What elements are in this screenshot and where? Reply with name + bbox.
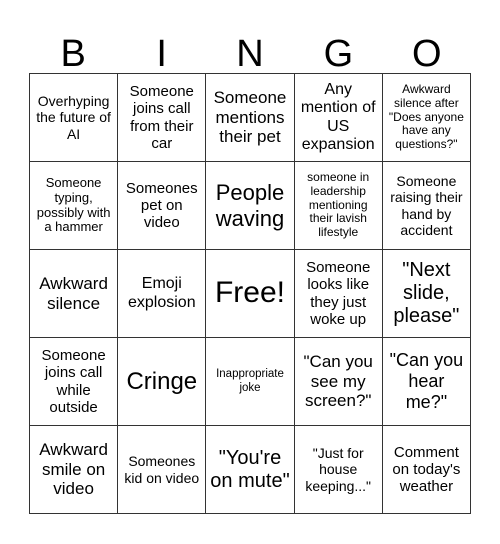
bingo-cell[interactable]: Someone raising their hand by accident — [382, 162, 471, 250]
bingo-cell[interactable]: "Can you hear me?" — [382, 338, 471, 426]
cell-text: Awkward smile on video — [39, 440, 108, 499]
bingo-cell[interactable]: Overhyping the future of AI — [30, 74, 119, 162]
cell-text: Awkward silence after "Does anyone have … — [388, 82, 464, 152]
cell-text: "Next slide, please" — [393, 259, 460, 327]
bingo-cell[interactable]: "Next slide, please" — [382, 250, 471, 338]
cell-text: "Can you hear me?" — [389, 350, 464, 412]
bingo-cell[interactable]: Inappropriate joke — [206, 338, 295, 426]
header-letter-g: G — [323, 33, 354, 75]
bingo-cell[interactable]: Someone looks like they just woke up — [294, 250, 383, 338]
cell-text: Any mention of US expansion — [300, 80, 376, 153]
bingo-cell[interactable]: Any mention of US expansion — [294, 74, 383, 162]
cell-text: Someone typing, possibly with a hammer — [36, 174, 111, 235]
bingo-cell[interactable]: Emoji explosion — [118, 250, 207, 338]
bingo-cell[interactable]: Cringe — [118, 338, 207, 426]
cell-text: People waving — [215, 180, 285, 231]
bingo-cell[interactable]: Comment on today's weather — [382, 426, 471, 514]
header-letter-b: B — [60, 33, 86, 75]
cell-text: "You're on mute" — [210, 446, 290, 492]
cell-text: Emoji explosion — [127, 275, 196, 311]
cell-text: Someone raising their hand by accident — [390, 173, 463, 238]
cell-text: Someones pet on video — [125, 179, 198, 232]
free-space-text: Free! — [214, 276, 285, 310]
cell-text: "Can you see my screen?" — [303, 352, 373, 411]
cell-text: Someone looks like they just woke up — [306, 259, 371, 328]
bingo-cell[interactable]: "Can you see my screen?" — [294, 338, 383, 426]
cell-text: Someone mentions their pet — [213, 88, 287, 147]
cell-text: Overhyping the future of AI — [36, 93, 111, 142]
cell-text: Inappropriate joke — [216, 368, 284, 394]
bingo-cell[interactable]: Someone joins call while outside — [30, 338, 119, 426]
header-letter-n: N — [236, 33, 264, 75]
cell-text: Cringe — [126, 367, 198, 395]
bingo-cell[interactable]: Awkward silence — [30, 250, 119, 338]
free-space-cell[interactable]: Free! — [206, 250, 295, 338]
cell-text: Comment on today's weather — [392, 443, 461, 496]
bingo-cell[interactable]: "You're on mute" — [206, 426, 295, 514]
header-letter-i: I — [156, 33, 167, 75]
bingo-cell[interactable]: Someone mentions their pet — [206, 74, 295, 162]
cell-text: Awkward silence — [39, 273, 108, 313]
cell-text: Someone joins call from their car — [129, 83, 194, 152]
cell-text: Someones kid on video — [124, 453, 200, 486]
bingo-cell[interactable]: Awkward silence after "Does anyone have … — [382, 74, 471, 162]
header-letter-o: O — [412, 33, 442, 75]
bingo-cell[interactable]: Awkward smile on video — [30, 426, 119, 514]
bingo-cell[interactable]: People waving — [206, 162, 295, 250]
bingo-header: B I N G O — [29, 30, 471, 73]
bingo-board: Overhyping the future of AI Someone join… — [29, 73, 471, 514]
bingo-cell[interactable]: someone in leadership mentioning their l… — [294, 162, 383, 250]
cell-text: someone in leadership mentioning their l… — [307, 170, 370, 240]
bingo-cell[interactable]: Someone typing, possibly with a hammer — [30, 162, 119, 250]
cell-text: Someone joins call while outside — [41, 347, 106, 416]
bingo-cell[interactable]: Someones kid on video — [118, 426, 207, 514]
bingo-cell[interactable]: Someone joins call from their car — [118, 74, 207, 162]
bingo-cell[interactable]: "Just for house keeping..." — [294, 426, 383, 514]
bingo-cell[interactable]: Someones pet on video — [118, 162, 207, 250]
cell-text: "Just for house keeping..." — [305, 445, 372, 494]
